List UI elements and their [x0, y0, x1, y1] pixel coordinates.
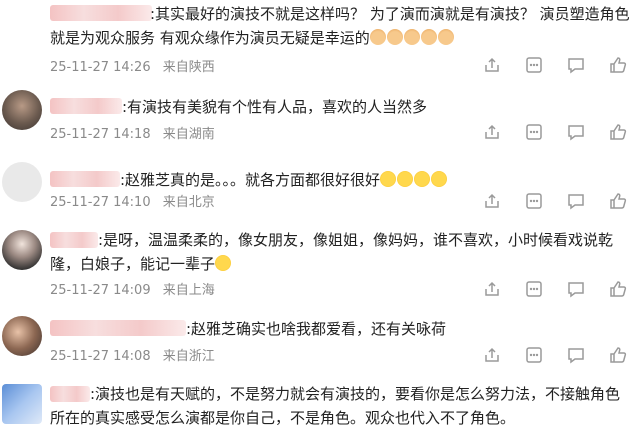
more-icon[interactable] [524, 345, 544, 365]
comment-icon[interactable] [566, 122, 586, 142]
username-blurred[interactable] [50, 171, 120, 187]
comment-actions [482, 55, 628, 75]
username-blurred[interactable] [50, 320, 186, 336]
comment-item: :赵雅芝确实也啥我都爱看，还有关咏荷 25-11-27 14:08 来自浙江 [0, 312, 640, 374]
comment-text: :有演技有美貌有个性有人品，喜欢的人当然多 [122, 98, 428, 116]
comment-actions [482, 122, 628, 142]
comment-location: 来自陕西 [162, 60, 215, 75]
share-icon[interactable] [482, 345, 502, 365]
username-blurred[interactable] [50, 98, 122, 114]
comment-item: :其实最好的演技不就是这样吗？ 为了演而演就是有演技？ 演员塑造角色就是为观众服… [0, 0, 640, 80]
like-icon[interactable] [608, 279, 628, 299]
comment-icon[interactable] [566, 279, 586, 299]
comment-meta: 25-11-27 14:18 来自湖南 [50, 123, 223, 142]
comment-icon[interactable] [566, 191, 586, 211]
avatar[interactable] [2, 384, 42, 424]
comment-icon[interactable] [566, 345, 586, 365]
comment-item: :是呀，温温柔柔的，像女朋友，像姐姐，像妈妈，谁不喜欢，小时候看戏说乾隆，白娘子… [0, 222, 640, 306]
avatar[interactable] [2, 316, 42, 356]
avatar[interactable] [2, 90, 42, 130]
share-icon[interactable] [482, 279, 502, 299]
comment-item: :演技也是有天赋的，不是努力就会有演技的，要看你是怎么努力法，不接触角色所在的真… [0, 378, 640, 429]
more-icon[interactable] [524, 191, 544, 211]
avatar[interactable] [2, 230, 42, 270]
comment-text: :是呀，温温柔柔的，像女朋友，像姐姐，像妈妈，谁不喜欢，小时候看戏说乾隆，白娘子… [50, 231, 614, 273]
comment-date: 25-11-27 14:18 [50, 127, 151, 142]
laugh-emoji-icon [215, 255, 232, 273]
like-icon[interactable] [608, 191, 628, 211]
comment-meta: 25-11-27 14:09 来自上海 [50, 279, 223, 298]
comment-text: :演技也是有天赋的，不是努力就会有演技的，要看你是怎么努力法，不接触角色所在的真… [50, 385, 621, 427]
comment-icon[interactable] [566, 55, 586, 75]
share-icon[interactable] [482, 191, 502, 211]
comment-actions [482, 191, 628, 211]
comment-location: 来自浙江 [162, 349, 215, 364]
more-icon[interactable] [524, 55, 544, 75]
like-icon[interactable] [608, 122, 628, 142]
comment-location: 来自湖南 [162, 127, 215, 142]
comment-date: 25-11-27 14:08 [50, 349, 151, 364]
comment-text: :赵雅芝确实也啥我都爱看，还有关咏荷 [186, 320, 447, 338]
laugh-emoji-icon [380, 171, 448, 189]
share-icon[interactable] [482, 122, 502, 142]
like-icon[interactable] [608, 345, 628, 365]
avatar[interactable] [2, 162, 42, 202]
more-icon[interactable] [524, 122, 544, 142]
comment-text: :赵雅芝真的是。。。就各方面都很好很好 [120, 168, 620, 192]
comment-actions [482, 279, 628, 299]
comment-meta: 25-11-27 14:26 来自陕西 [50, 56, 223, 75]
comment-meta: 25-11-27 14:08 来自浙江 [50, 345, 223, 364]
share-icon[interactable] [482, 55, 502, 75]
comment-date: 25-11-27 14:26 [50, 60, 151, 75]
comment-date: 25-11-27 14:10 [50, 195, 151, 210]
cat-emoji-icon [369, 29, 455, 47]
comment-location: 来自北京 [162, 195, 215, 210]
like-icon[interactable] [608, 55, 628, 75]
comment-actions [482, 345, 628, 365]
comment-item: :赵雅芝真的是。。。就各方面都很好很好 25-11-27 14:10 来自北京 [0, 160, 640, 220]
comment-text: :其实最好的演技不就是这样吗？ 为了演而演就是有演技？ 演员塑造角色就是为观众服… [50, 5, 630, 47]
more-icon[interactable] [524, 279, 544, 299]
comment-date: 25-11-27 14:09 [50, 283, 151, 298]
comment-location: 来自上海 [162, 283, 215, 298]
comment-meta: 25-11-27 14:10 来自北京 [50, 191, 223, 210]
comment-item: :有演技有美貌有个性有人品，喜欢的人当然多 25-11-27 14:18 来自湖… [0, 88, 640, 154]
